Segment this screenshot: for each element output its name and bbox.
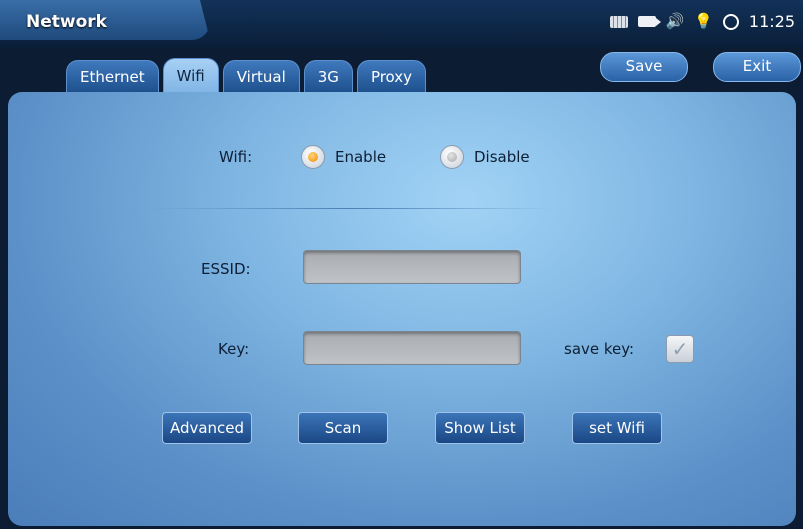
sync-icon — [722, 13, 739, 30]
show-list-button[interactable]: Show List — [435, 412, 525, 444]
app-title: Network — [26, 12, 107, 32]
save-key-checkbox[interactable]: ✓ — [666, 335, 694, 363]
tab-ethernet[interactable]: Ethernet — [66, 60, 159, 93]
scan-button[interactable]: Scan — [298, 412, 388, 444]
enable-radio[interactable] — [301, 145, 325, 169]
tab-3g[interactable]: 3G — [303, 60, 353, 93]
save-key-label: save key: — [564, 340, 635, 358]
status-bar: 🔊 💡 11:25 — [609, 12, 795, 31]
tab-proxy[interactable]: Proxy — [356, 60, 427, 93]
set-wifi-button[interactable]: set Wifi — [572, 412, 662, 444]
key-input[interactable] — [303, 331, 521, 365]
enable-label[interactable]: Enable — [335, 148, 386, 166]
essid-label: ESSID: — [201, 260, 251, 278]
keyboard-icon[interactable] — [609, 15, 628, 28]
radio-unselected-dot — [447, 152, 457, 162]
tab-bar: Ethernet Wifi Virtual 3G Proxy — [66, 58, 427, 93]
tab-virtual[interactable]: Virtual — [222, 60, 300, 93]
key-label: Key: — [218, 340, 250, 358]
essid-input[interactable] — [303, 250, 521, 284]
checkmark-icon: ✓ — [671, 337, 689, 361]
camera-icon — [637, 16, 661, 27]
advanced-button[interactable]: Advanced — [162, 412, 252, 444]
title-bar: Network 🔊 💡 11:25 — [0, 0, 803, 48]
disable-radio[interactable] — [440, 145, 464, 169]
save-button[interactable]: Save — [600, 52, 688, 82]
exit-button[interactable]: Exit — [713, 52, 801, 82]
clock: 11:25 — [748, 12, 795, 31]
divider — [144, 208, 554, 209]
wifi-label: Wifi: — [219, 148, 253, 166]
speaker-icon[interactable]: 🔊 — [666, 14, 685, 29]
tab-wifi[interactable]: Wifi — [162, 58, 219, 93]
disable-label[interactable]: Disable — [474, 148, 530, 166]
wifi-settings-panel: Wifi: Enable Disable ESSID: Key: save ke… — [8, 92, 796, 526]
radio-selected-dot — [308, 152, 318, 162]
bulb-icon: 💡 — [694, 12, 713, 30]
